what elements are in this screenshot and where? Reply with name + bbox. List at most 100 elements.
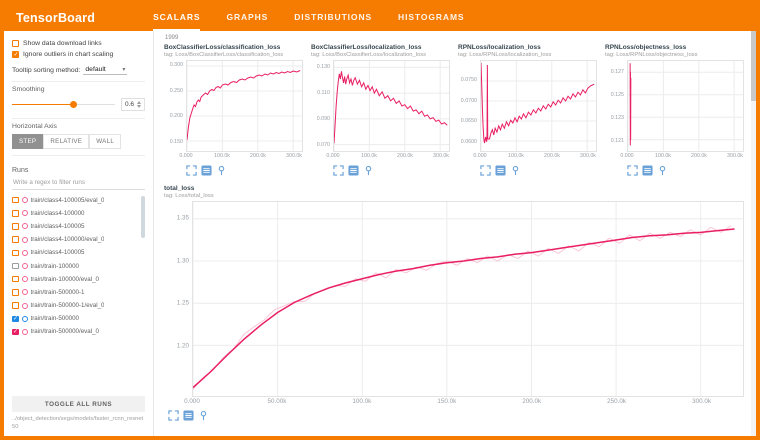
tab-distributions[interactable]: DISTRIBUTIONS	[294, 4, 372, 31]
chart-plot-area[interactable]	[627, 60, 744, 152]
expand-chart-icon[interactable]	[480, 165, 491, 176]
run-solo-toggle[interactable]	[22, 316, 28, 322]
run-solo-toggle[interactable]	[22, 329, 28, 335]
run-selector-icon[interactable]	[201, 165, 212, 176]
chart-plot-area[interactable]	[333, 60, 450, 152]
run-checkbox[interactable]	[12, 276, 19, 283]
run-selector-icon[interactable]	[495, 165, 506, 176]
ignore-outliers-checkbox[interactable]: Ignore outliers in chart scaling	[12, 51, 145, 58]
tab-histograms[interactable]: HISTOGRAMS	[398, 4, 464, 31]
y-tick-label: 0.150	[170, 139, 183, 145]
main-scrollbar[interactable]	[751, 31, 756, 436]
chart-canvas[interactable]	[187, 61, 302, 151]
run-solo-toggle[interactable]	[22, 210, 28, 216]
run-checkbox[interactable]	[12, 250, 19, 257]
run-row[interactable]: train/train-500000/eval_0	[12, 325, 145, 338]
run-row[interactable]: train/train-500000-1/eval_0	[12, 299, 145, 312]
x-tick-label: 100.0k	[214, 153, 230, 159]
scalar-charts-row: BoxClassifierLoss/classification_loss ta…	[164, 44, 744, 176]
toggle-all-runs-button[interactable]: TOGGLE ALL RUNS	[12, 396, 145, 412]
smoothing-slider[interactable]	[12, 100, 115, 109]
run-name: train/train-100000/eval_0	[31, 276, 99, 283]
slider-thumb[interactable]	[70, 101, 77, 108]
chart-plot-area[interactable]	[480, 60, 597, 152]
line-chart: 0.1210.1230.1250.127 0.000100.0k200.0k30…	[605, 60, 744, 161]
pin-chart-icon[interactable]	[510, 165, 521, 176]
run-row[interactable]: train/class4-100005	[12, 220, 145, 233]
run-selector-icon[interactable]	[183, 410, 194, 421]
run-solo-toggle[interactable]	[22, 289, 28, 295]
divider	[12, 155, 145, 156]
pin-chart-icon[interactable]	[363, 165, 374, 176]
run-checkbox[interactable]	[12, 329, 19, 336]
show-download-links-checkbox[interactable]: Show data download links	[12, 40, 145, 47]
chart-plot-area[interactable]	[186, 60, 303, 152]
run-checkbox[interactable]	[12, 197, 19, 204]
chart-title: BoxClassifierLoss/classification_loss	[164, 44, 303, 51]
axis-wall-button[interactable]: WALL	[89, 134, 121, 149]
axis-relative-button[interactable]: RELATIVE	[43, 134, 89, 149]
tab-graphs[interactable]: GRAPHS	[226, 4, 268, 31]
y-tick-label: 0.130	[317, 64, 330, 70]
chart-actions	[168, 410, 744, 421]
run-checkbox[interactable]	[12, 289, 19, 296]
run-row[interactable]: train/train-100000	[12, 259, 145, 272]
expand-chart-icon[interactable]	[186, 165, 197, 176]
x-tick-label: 300.0k	[692, 398, 711, 405]
expand-chart-icon[interactable]	[168, 410, 179, 421]
run-checkbox[interactable]	[12, 236, 19, 243]
run-solo-toggle[interactable]	[22, 223, 28, 229]
chart-canvas[interactable]	[193, 202, 743, 396]
run-row[interactable]: train/train-100000/eval_0	[12, 273, 145, 286]
y-tick-label: 1.20	[177, 342, 189, 349]
run-checkbox[interactable]	[12, 302, 19, 309]
run-filter-input[interactable]	[12, 176, 145, 190]
run-selector-icon[interactable]	[348, 165, 359, 176]
scrollbar-thumb[interactable]	[751, 31, 756, 101]
run-selector-icon[interactable]	[642, 165, 653, 176]
expand-chart-icon[interactable]	[627, 165, 638, 176]
run-solo-toggle[interactable]	[22, 197, 28, 203]
run-solo-toggle[interactable]	[22, 250, 28, 256]
run-row[interactable]: train/train-500000-1	[12, 286, 145, 299]
run-solo-toggle[interactable]	[22, 276, 28, 282]
tab-scalars[interactable]: SCALARS	[153, 4, 200, 31]
y-tick-label: 0.250	[170, 88, 183, 94]
chart-canvas[interactable]	[481, 61, 596, 151]
checkbox-icon	[12, 51, 19, 58]
run-row[interactable]: train/train-500000	[12, 312, 145, 325]
smoothing-value-input[interactable]: 0.6	[121, 98, 145, 111]
run-solo-toggle[interactable]	[22, 303, 28, 309]
pin-chart-icon[interactable]	[198, 410, 209, 421]
run-checkbox[interactable]	[12, 263, 19, 270]
checkbox-icon	[12, 40, 19, 47]
run-list: train/class4-100005/eval_0 train/class4-…	[12, 194, 145, 393]
run-list-scrollbar[interactable]	[141, 196, 145, 238]
chart-card-box-localization-loss: BoxClassifierLoss/localization_loss tag:…	[311, 44, 450, 176]
run-checkbox[interactable]	[12, 223, 19, 230]
pin-chart-icon[interactable]	[657, 165, 668, 176]
run-checkbox[interactable]	[12, 210, 19, 217]
chart-canvas[interactable]	[628, 61, 743, 151]
step-up-icon[interactable]	[137, 101, 141, 104]
x-tick-label: 300.0k	[433, 153, 449, 159]
chart-canvas[interactable]	[334, 61, 449, 151]
tooltip-sort-select[interactable]: default ▾	[83, 65, 127, 75]
x-tick-label: 50.00k	[267, 398, 286, 405]
pin-chart-icon[interactable]	[216, 165, 227, 176]
step-down-icon[interactable]	[137, 105, 141, 108]
run-row[interactable]: train/class4-100005	[12, 246, 145, 259]
run-checkbox[interactable]	[12, 316, 19, 323]
chart-plot-area[interactable]	[192, 201, 744, 397]
run-row[interactable]: train/class4-100000	[12, 207, 145, 220]
expand-chart-icon[interactable]	[333, 165, 344, 176]
run-solo-toggle[interactable]	[22, 237, 28, 243]
app-logo: TensorBoard	[4, 11, 107, 25]
run-solo-toggle[interactable]	[22, 263, 28, 269]
tooltip-sort-field: Tooltip sorting method: default ▾	[12, 65, 145, 75]
stepper-icons[interactable]	[137, 101, 141, 109]
axis-step-button[interactable]: STEP	[12, 134, 43, 149]
run-row[interactable]: train/class4-100005/eval_0	[12, 194, 145, 207]
run-row[interactable]: train/class4-100000/eval_0	[12, 233, 145, 246]
divider	[12, 81, 145, 82]
